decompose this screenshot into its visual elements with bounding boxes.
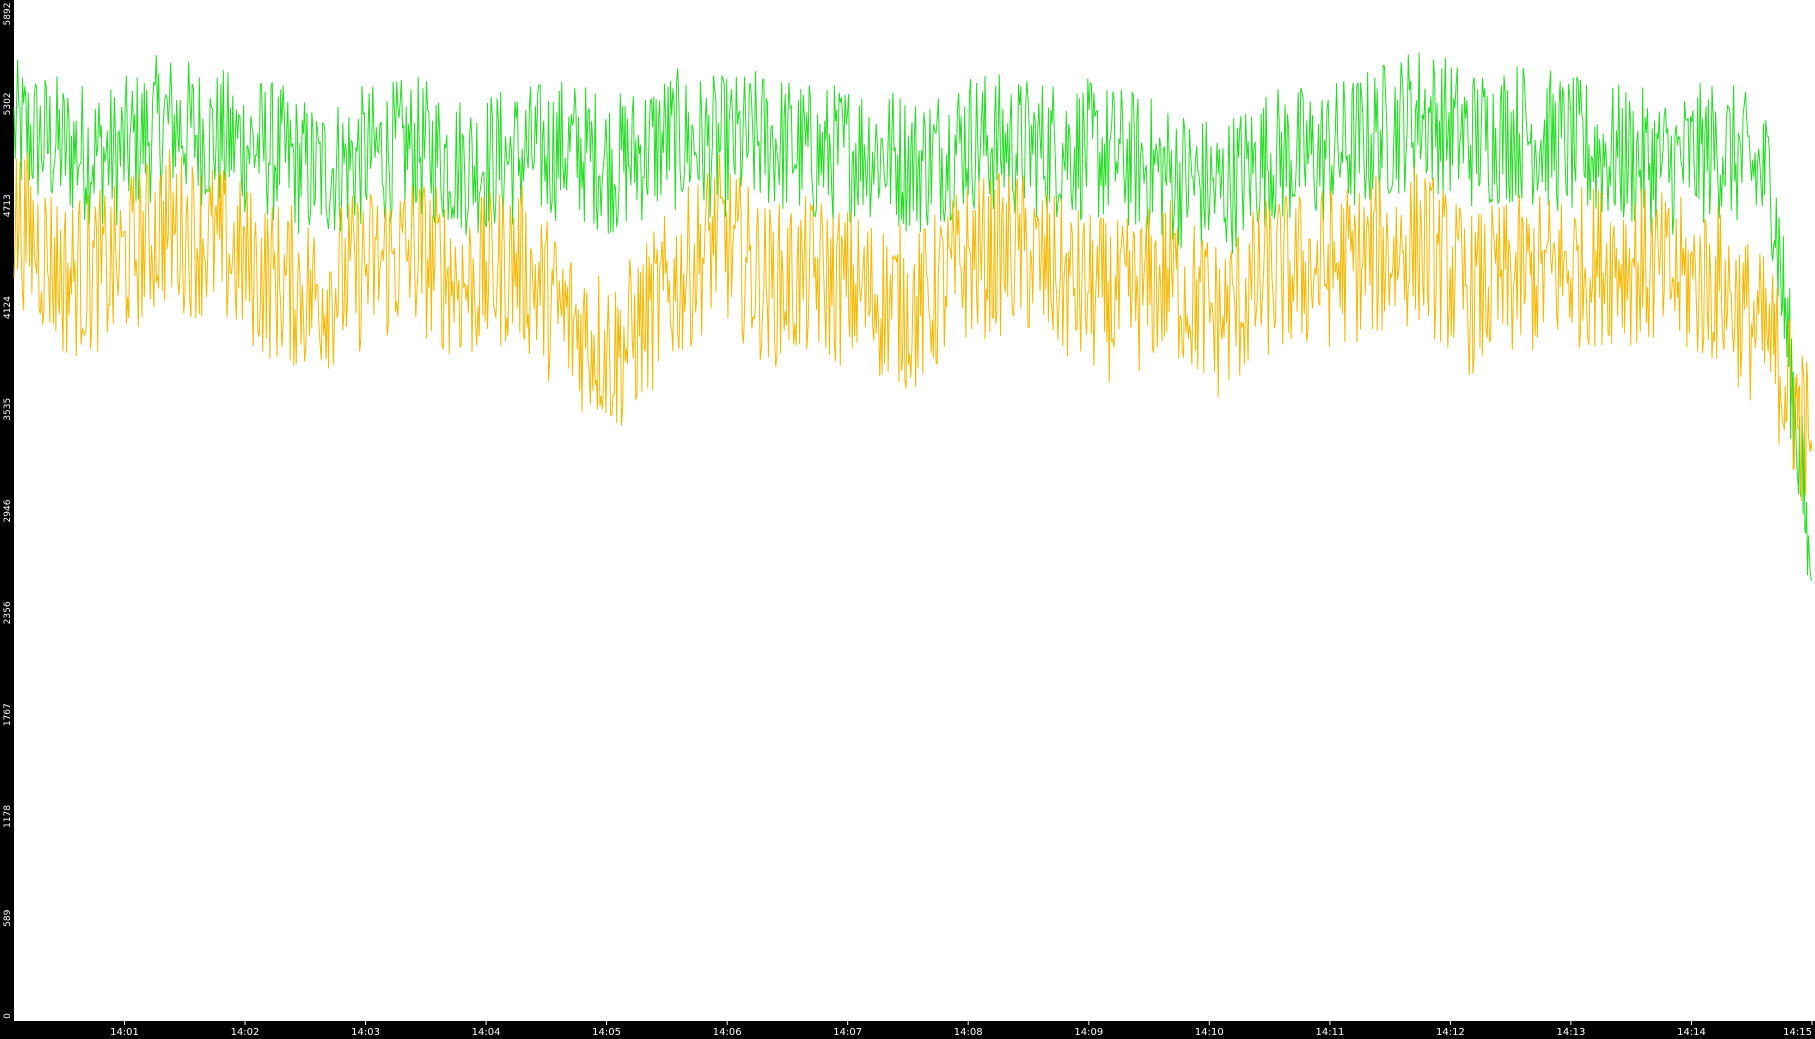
x-tick-label: 14:05 — [592, 1027, 621, 1038]
x-tick-label: 14:02 — [231, 1027, 260, 1038]
y-tick-label: 5892 — [3, 3, 13, 26]
y-tick-label: 3535 — [3, 398, 13, 421]
x-tick-label: 14:09 — [1074, 1027, 1103, 1038]
x-tick-label: 14:04 — [472, 1027, 501, 1038]
x-tick-label: 14:06 — [713, 1027, 742, 1038]
y-tick-label: 589 — [3, 909, 13, 926]
y-tick-label: 0 — [3, 1013, 13, 1019]
y-tick-label: 2946 — [3, 499, 13, 522]
chart-svg: 0 589 1178 1767 2356 2946 3535 4124 4713 5302 5892… — [0, 0, 1815, 1039]
x-tick-label: 14:01 — [110, 1027, 139, 1038]
x-tick-label: 14:14 — [1677, 1027, 1706, 1038]
x-tick-label: 14:11 — [1315, 1027, 1344, 1038]
y-tick-label: 1178 — [3, 805, 13, 828]
x-tick-label: 14:13 — [1556, 1027, 1585, 1038]
x-tick-label: 14:15 — [1783, 1027, 1812, 1038]
x-tick-label: 14:08 — [954, 1027, 983, 1038]
line-chart: 0 589 1178 1767 2356 2946 3535 4124 4713 5302 5892… — [0, 0, 1815, 1039]
y-tick-label: 1767 — [3, 703, 13, 726]
y-tick-label: 5302 — [3, 92, 13, 115]
y-tick-label: 4124 — [3, 296, 13, 319]
x-tick-label: 14:07 — [833, 1027, 862, 1038]
y-tick-label: 4713 — [3, 194, 13, 217]
x-axis-band — [0, 1021, 1815, 1039]
y-tick-label: 2356 — [3, 601, 13, 624]
x-tick-label: 14:03 — [351, 1027, 380, 1038]
x-tick-label: 14:12 — [1436, 1027, 1465, 1038]
x-tick-label: 14:10 — [1195, 1027, 1224, 1038]
